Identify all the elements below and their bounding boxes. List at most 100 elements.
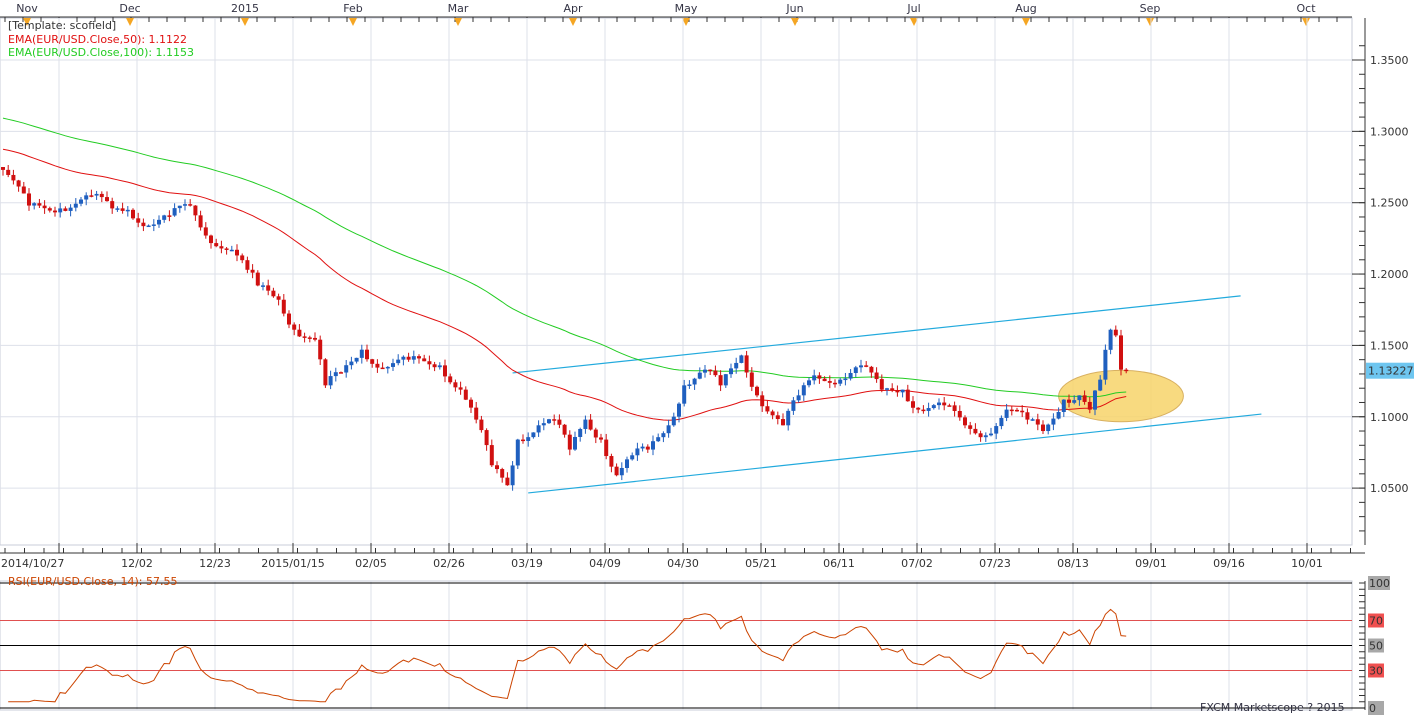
candle-body [224, 248, 229, 250]
month-label: Feb [343, 2, 362, 15]
candle-body [1056, 411, 1061, 419]
date-label: 12/23 [199, 557, 231, 570]
candle-body [16, 180, 21, 187]
candle-body [515, 439, 520, 466]
candle-body [786, 410, 791, 426]
candle-body [427, 361, 432, 365]
price-label: 1.1000 [1370, 411, 1409, 424]
date-label: 09/16 [1213, 557, 1245, 570]
candle-body [297, 329, 302, 337]
date-label: 03/19 [511, 557, 543, 570]
candle-body [827, 381, 832, 383]
candle-body [557, 419, 562, 425]
candle-body [1, 167, 5, 170]
candle-body [989, 433, 993, 436]
candle-body [307, 337, 312, 339]
month-label: Jul [906, 2, 920, 15]
date-label: 02/26 [433, 557, 465, 570]
candle-body [755, 386, 759, 396]
candle-body [588, 419, 593, 430]
date-label: 08/13 [1057, 557, 1089, 570]
candle-body [21, 186, 26, 194]
candle-body [209, 235, 213, 244]
candle-body [432, 364, 437, 368]
candle-body [1025, 412, 1030, 420]
candle-body [339, 372, 343, 374]
candle-body [739, 355, 744, 363]
candle-body [287, 313, 291, 325]
candle-body [443, 365, 447, 377]
candle-body [801, 385, 806, 396]
candle-body [157, 219, 161, 225]
candle-body [994, 426, 999, 434]
candle-body [276, 296, 281, 300]
candle-body [183, 204, 187, 206]
candle-body [375, 363, 380, 368]
candle-body [770, 411, 775, 416]
candle-body [874, 372, 879, 380]
candle-body [495, 465, 499, 470]
candle-body [640, 446, 645, 449]
candle-body [125, 209, 130, 212]
candle-body [562, 424, 567, 435]
candle-body [1046, 424, 1051, 432]
candle-body [292, 324, 297, 330]
candle-body [281, 299, 286, 314]
candle-body [812, 375, 817, 381]
candle-body [833, 382, 837, 385]
candle-body [911, 401, 915, 408]
candle [515, 438, 520, 470]
candle-body [235, 249, 239, 256]
candle-body [708, 369, 713, 372]
date-label: 10/01 [1291, 557, 1323, 570]
candle-body [734, 362, 739, 369]
candle-body [131, 209, 135, 219]
candle-body [853, 367, 858, 373]
footer-copyright: FXCM Marketscope ? 2015 [1200, 701, 1345, 714]
date-label: 04/30 [667, 557, 699, 570]
candle-body [957, 410, 962, 418]
candle-body [921, 409, 926, 412]
candle-body [838, 379, 843, 384]
candle-body [365, 349, 369, 360]
candle-body [463, 389, 468, 400]
candle-body [1119, 335, 1123, 370]
candle-body [110, 201, 115, 209]
candle-body [198, 215, 203, 228]
price-label: 1.2500 [1370, 197, 1409, 210]
candle-body [968, 425, 973, 429]
ema50-legend: EMA(EUR/USD.Close,50): 1.1122 [8, 33, 188, 46]
candle-body [151, 224, 156, 226]
candle-body [1020, 410, 1025, 413]
candle-body [359, 349, 364, 358]
main-panel [0, 17, 1353, 546]
candle-body [42, 205, 47, 209]
date-label: 09/01 [1135, 557, 1167, 570]
candle-body [973, 428, 978, 434]
candle-body [188, 204, 193, 206]
candle-body [333, 372, 338, 377]
candle-body [859, 365, 863, 368]
candle-body [120, 208, 125, 211]
candle [1119, 329, 1123, 376]
month-label: Nov [16, 2, 38, 15]
candle-body [999, 417, 1004, 427]
candle-body [167, 215, 172, 217]
candle-body [27, 193, 31, 206]
candle-body [1124, 369, 1129, 372]
candle-body [510, 465, 515, 486]
candle-body [32, 203, 37, 206]
template-label: [Template: scofield] [8, 19, 117, 32]
candle-body [703, 369, 707, 373]
candle-body [453, 382, 458, 388]
candle-body [172, 208, 177, 216]
candle-body [214, 243, 219, 247]
candle-body [567, 434, 572, 450]
date-label: 06/11 [823, 557, 855, 570]
month-label: Jun [785, 2, 803, 15]
candle-body [250, 269, 255, 273]
candle-body [983, 435, 988, 438]
date-label: 2015/01/15 [261, 557, 324, 570]
candle-body [942, 402, 947, 406]
candle-body [817, 375, 822, 379]
